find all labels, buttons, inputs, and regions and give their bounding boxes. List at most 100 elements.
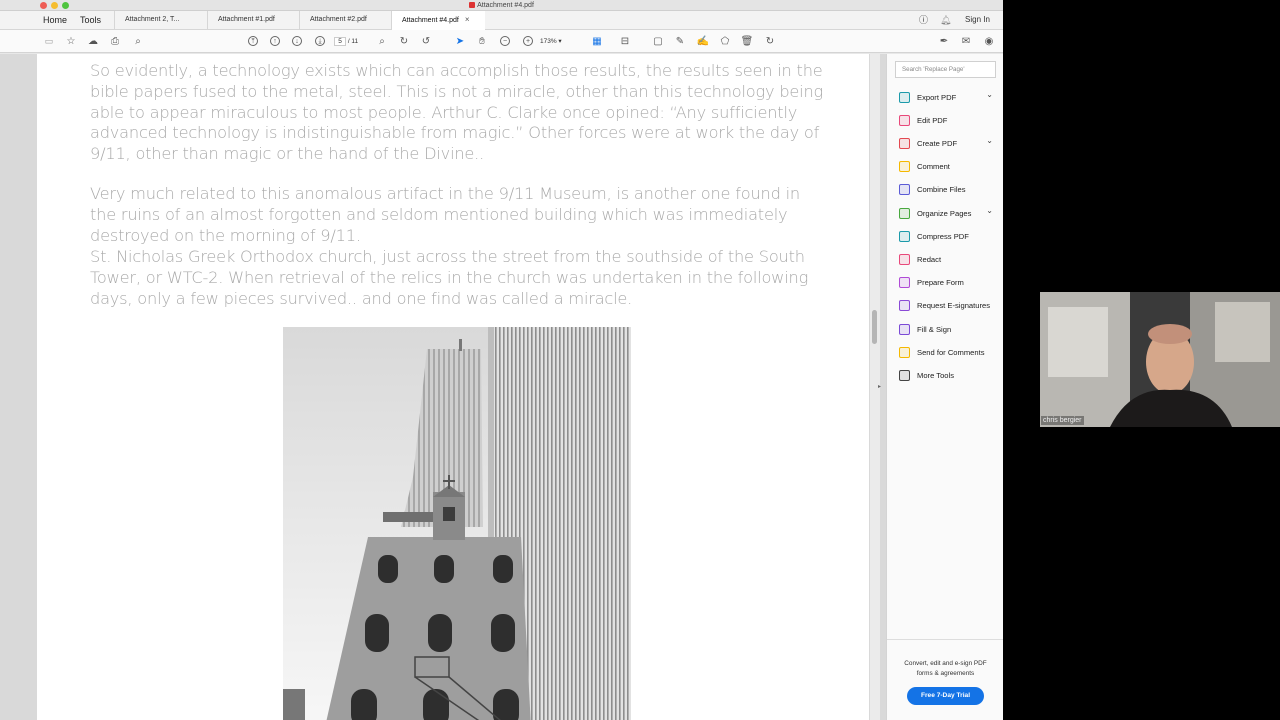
current-page-input[interactable]: 5 (334, 37, 346, 46)
tool-icon (899, 253, 910, 265)
tool-compress-pdf[interactable]: Compress PDF (899, 229, 999, 243)
tool-label: Compress PDF (917, 231, 969, 241)
comment-icon[interactable]: ▢ (651, 34, 665, 48)
photo-graphic (283, 327, 631, 720)
webcam-image (1040, 292, 1280, 427)
zoom-in-icon[interactable]: + (523, 36, 533, 46)
hand-tool-icon[interactable]: ✋︎ (475, 34, 489, 48)
rotate-counterclockwise-icon[interactable]: ↺ (419, 34, 433, 48)
tool-label: Create PDF (917, 138, 958, 148)
scrollbar-thumb[interactable] (872, 310, 877, 344)
tool-comment[interactable]: Comment (899, 160, 999, 174)
undo-icon[interactable]: ↻ (763, 34, 777, 48)
upload-cloud-icon[interactable]: ☁ (86, 34, 100, 48)
tab-bar: Home Tools Attachment 2, T... Attachment… (0, 11, 1003, 30)
tool-request-e-signatures[interactable]: Request E-signatures (899, 299, 999, 313)
tab-label: Attachment #2.pdf (310, 16, 367, 23)
tool-fill-sign[interactable]: Fill & Sign (899, 322, 999, 336)
tool-more-tools[interactable]: More Tools (899, 368, 999, 382)
zoom-out-icon[interactable]: − (500, 36, 510, 46)
window-title: Attachment #4.pdf (0, 0, 1003, 11)
tools-search-input[interactable]: Search 'Replace Page' (895, 61, 996, 78)
save-icon[interactable]: ▭ (42, 34, 56, 48)
tool-icon (899, 300, 910, 312)
first-page-icon[interactable]: ⤒ (248, 36, 258, 46)
tab-attachment-2[interactable]: Attachment 2, T... (114, 11, 207, 30)
page-number-box: 5 / 11 (334, 37, 358, 46)
chevron-down-icon[interactable]: ⌄ (986, 206, 993, 215)
document-area[interactable]: ▸ So evidently, a technology exists whic… (0, 54, 886, 720)
tab-attachment-4[interactable]: Attachment #4.pdf × (391, 11, 485, 30)
tool-icon (899, 184, 910, 196)
chevron-down-icon[interactable]: ⌄ (986, 90, 993, 99)
tab-label: Attachment 2, T... (125, 16, 180, 23)
tools-panel: Search 'Replace Page' Export PDF ⌄ Edit PD… (886, 54, 1003, 720)
tool-combine-files[interactable]: Combine Files (899, 183, 999, 197)
tool-label: Fill & Sign (917, 324, 952, 334)
help-icon[interactable]: ⓘ (919, 11, 928, 29)
page-search-icon[interactable]: ⌕ (375, 34, 389, 48)
tab-label: Attachment #1.pdf (218, 16, 275, 23)
tool-label: Redact (917, 254, 942, 264)
tool-label: Organize Pages (917, 208, 972, 218)
account-icon[interactable]: ◉ (982, 34, 996, 48)
acrobat-window: Attachment #4.pdf Home Tools Attachment … (0, 0, 1003, 720)
tool-icon (899, 323, 910, 335)
zoom-level-dropdown[interactable]: 173% ▾ (540, 37, 562, 45)
free-trial-button[interactable]: Free 7-Day Trial (907, 687, 984, 705)
tool-icon (899, 230, 910, 242)
window-title-text: Attachment #4.pdf (477, 2, 534, 9)
tool-label: Export PDF (917, 92, 957, 102)
scroll-mode-icon[interactable]: ⊟ (618, 34, 632, 48)
next-page-icon[interactable]: ↓ (292, 36, 302, 46)
search-icon[interactable]: ⌕ (131, 34, 145, 48)
paragraph-st-nicholas: St. Nicholas Greek Orthodox church, just… (90, 247, 809, 308)
webcam-video (1040, 292, 1280, 427)
fit-page-icon[interactable]: ▦ (590, 34, 604, 48)
stamp-icon[interactable]: ⬠ (718, 34, 732, 48)
home-link[interactable]: Home (43, 11, 67, 29)
tool-label: Prepare Form (917, 278, 964, 288)
tools-link[interactable]: Tools (80, 11, 101, 29)
tool-label: Request E-signatures (917, 301, 991, 311)
bookmark-star-icon[interactable]: ☆ (64, 34, 78, 48)
tool-create-pdf[interactable]: Create PDF ⌄ (899, 136, 999, 150)
tool-icon (899, 137, 910, 149)
tool-organize-pages[interactable]: Organize Pages ⌄ (899, 206, 999, 220)
sign-in-link[interactable]: Sign In (965, 11, 990, 29)
tool-icon (899, 346, 910, 358)
rotate-clockwise-icon[interactable]: ↻ (397, 34, 411, 48)
paragraph-artifact: Very much related to this anomalous arti… (90, 184, 800, 245)
tool-icon (899, 277, 910, 289)
email-icon[interactable]: ✉ (959, 34, 973, 48)
chevron-down-icon[interactable]: ⌄ (986, 136, 993, 145)
webcam-name-label: chris bergier (1041, 416, 1084, 425)
tool-send-for-comments[interactable]: Send for Comments (899, 345, 999, 359)
highlight-pen-icon[interactable]: ✎ (673, 34, 687, 48)
tool-label: More Tools (917, 370, 955, 380)
tool-edit-pdf[interactable]: Edit PDF (899, 113, 999, 127)
tool-label: Send for Comments (917, 347, 985, 357)
tool-prepare-form[interactable]: Prepare Form (899, 276, 999, 290)
last-page-icon[interactable]: ⤓ (315, 36, 325, 46)
pdf-file-icon (469, 2, 476, 8)
tab-label: Attachment #4.pdf (402, 17, 459, 24)
pdf-page: So evidently, a technology exists which … (37, 54, 869, 720)
select-cursor-icon[interactable]: ➤ (453, 34, 467, 48)
notifications-bell-icon[interactable]: 🔔︎ (940, 11, 951, 29)
delete-trash-icon[interactable]: 🗑︎ (740, 34, 754, 48)
promo-text: Convert, edit and e-sign PDF forms & agr… (887, 639, 1003, 678)
tool-icon (899, 207, 910, 219)
tab-attachment-1[interactable]: Attachment #1.pdf (207, 11, 299, 30)
sign-pen-icon[interactable]: ✒ (937, 34, 951, 48)
tool-redact[interactable]: Redact (899, 252, 999, 266)
previous-page-icon[interactable]: ↑ (270, 36, 280, 46)
toolbar: ▭ ☆ ☁ ⎙ ⌕ ⤒ ↑ ↓ ⤓ 5 / 11 ⌕ ↻ ↺ ➤ ✋︎ − + … (0, 30, 1003, 53)
tab-attachment-2-pdf[interactable]: Attachment #2.pdf (299, 11, 391, 30)
tool-export-pdf[interactable]: Export PDF ⌄ (899, 90, 999, 104)
draw-signature-icon[interactable]: ✍ (696, 34, 710, 48)
right-panel-toggle-icon[interactable]: ▸ (878, 383, 881, 390)
tool-label: Comment (917, 162, 950, 172)
print-icon[interactable]: ⎙ (108, 34, 122, 48)
close-tab-icon[interactable]: × (465, 15, 470, 24)
